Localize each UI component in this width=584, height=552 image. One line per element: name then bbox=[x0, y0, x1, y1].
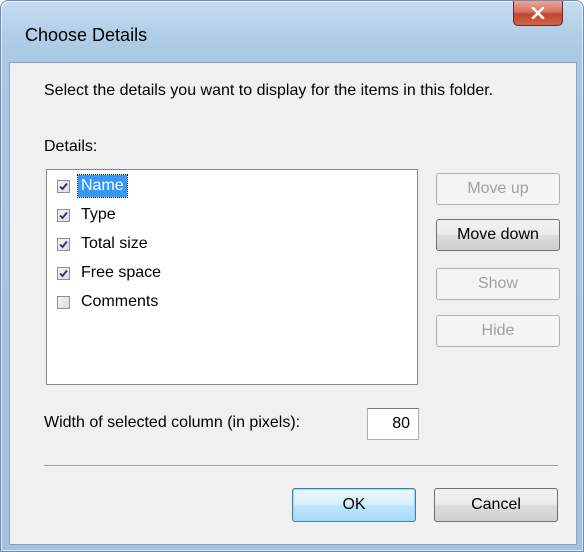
details-label: Details: bbox=[44, 138, 98, 155]
list-item-comments[interactable]: Comments bbox=[57, 290, 161, 314]
checkbox-type[interactable] bbox=[57, 208, 70, 222]
dialog-window: Choose Details Select the details you wa… bbox=[0, 0, 584, 552]
dialog-body: Select the details you want to display f… bbox=[9, 62, 577, 545]
instruction-text: Select the details you want to display f… bbox=[44, 82, 494, 99]
window-title: Choose Details bbox=[25, 25, 148, 45]
checkmark-icon bbox=[59, 240, 68, 248]
hide-button[interactable]: Hide bbox=[436, 315, 560, 347]
checkmark-icon bbox=[59, 182, 68, 190]
ok-button[interactable]: OK bbox=[292, 488, 416, 522]
checkbox-free-space[interactable] bbox=[57, 266, 70, 280]
list-item-type[interactable]: Type bbox=[57, 203, 119, 227]
details-listbox[interactable]: Name Type Total size Free space Comments bbox=[46, 169, 418, 385]
column-width-label: Width of selected column (in pixels): bbox=[44, 414, 301, 431]
cancel-button[interactable]: Cancel bbox=[434, 488, 558, 522]
list-item-label: Total size bbox=[81, 235, 148, 252]
checkmark-icon bbox=[59, 269, 68, 277]
list-item-label: Name bbox=[77, 174, 128, 198]
close-button[interactable] bbox=[513, 1, 563, 26]
list-item-total-size[interactable]: Total size bbox=[57, 232, 151, 256]
show-button[interactable]: Show bbox=[436, 268, 560, 300]
move-down-button[interactable]: Move down bbox=[436, 219, 560, 251]
checkmark-icon bbox=[59, 211, 68, 219]
divider bbox=[44, 465, 558, 467]
list-item-label: Free space bbox=[81, 264, 162, 281]
move-up-button[interactable]: Move up bbox=[436, 173, 560, 205]
list-item-free-space[interactable]: Free space bbox=[57, 261, 164, 285]
checkbox-total-size[interactable] bbox=[57, 237, 70, 251]
list-item-label: Type bbox=[81, 206, 116, 223]
checkbox-comments[interactable] bbox=[57, 295, 70, 309]
close-icon bbox=[531, 7, 545, 19]
column-width-input[interactable]: 80 bbox=[367, 408, 419, 440]
list-item-label: Comments bbox=[81, 293, 159, 310]
list-item-name[interactable]: Name bbox=[57, 174, 128, 198]
checkbox-name[interactable] bbox=[57, 179, 70, 193]
